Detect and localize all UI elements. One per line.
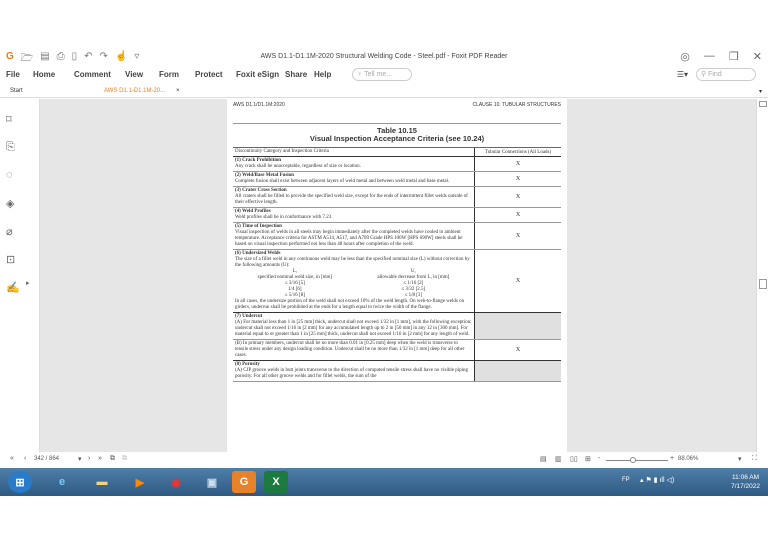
scroll-up-icon[interactable] — [759, 101, 767, 107]
table-row: (4) Weld Profiles Weld profiles shall be … — [233, 208, 561, 223]
menu-foxit-esign[interactable]: Foxit eSign — [236, 70, 279, 79]
zoom-in-icon[interactable]: + — [670, 455, 674, 462]
language-indicator[interactable]: FP — [622, 477, 630, 483]
tab-start[interactable]: Start — [10, 88, 23, 94]
first-page-icon[interactable]: « — [10, 455, 14, 462]
expand-panel-icon[interactable]: ▸ — [26, 279, 30, 287]
tray-icons[interactable]: ▴ ⚑ ▮ ıll ◁) — [640, 476, 674, 484]
table-row: (3) Crater Cross Section All craters shal… — [233, 187, 561, 208]
pdf-page: AWS D1.1/D1.1M:2020 CLAUSE 10. TUBULAR S… — [227, 99, 567, 452]
menu-bar: File Home Comment View Form Protect Foxi… — [0, 67, 768, 83]
media-player-icon[interactable]: ▶ — [128, 471, 152, 493]
menu-help[interactable]: Help — [314, 70, 331, 79]
tab-list-icon[interactable]: ▾ — [759, 88, 762, 95]
menu-share[interactable]: Share — [285, 70, 307, 79]
page-number-input[interactable]: 342 / 864 — [34, 456, 59, 462]
zoom-slider-handle[interactable] — [630, 457, 636, 463]
windows-taskbar: ⊞ e ▬ ▶ ◉ ▣ G X FP ▴ ⚑ ▮ ıll ◁) 11:06 AM… — [0, 468, 768, 496]
title-bar: G 🗁 ▤ ⎙ ▯ ↶ ↷ ☝ ▿ AWS D1.1-D1.1M-2020 St… — [0, 48, 768, 66]
pages-icon[interactable]: ⎘ — [6, 141, 15, 154]
menu-file[interactable]: File — [6, 70, 20, 79]
next-view-icon[interactable]: ⧉ — [122, 455, 127, 463]
next-page-icon[interactable]: › — [88, 455, 90, 462]
previous-view-icon[interactable]: ⧉ — [110, 455, 115, 463]
menu-form[interactable]: Form — [159, 70, 179, 79]
close-icon[interactable]: ✕ — [753, 50, 762, 63]
previous-page-icon[interactable]: ‹ — [24, 455, 26, 462]
attachments-icon[interactable]: ⌀ — [6, 225, 13, 238]
tab-bar: Start AWS D1.1-D1.1M-20... × ▾ — [0, 85, 768, 98]
page-dropdown-icon[interactable]: ▾ — [78, 455, 82, 463]
internet-explorer-icon[interactable]: e — [50, 471, 74, 493]
start-button-icon[interactable]: ⊞ — [8, 471, 32, 493]
security-icon[interactable]: ⊡ — [6, 253, 15, 266]
minimize-icon[interactable]: — — [704, 50, 715, 63]
zoom-level[interactable]: 88.06% — [678, 456, 698, 462]
file-explorer-icon[interactable]: ▬ — [90, 471, 114, 493]
tab-close-button[interactable]: × — [176, 88, 180, 94]
zoom-out-icon[interactable]: - — [598, 455, 600, 462]
account-icon[interactable]: ◎ — [680, 50, 690, 63]
signature-icon[interactable]: ✍ — [6, 281, 20, 294]
tab-document[interactable]: AWS D1.1-D1.1M-20... — [104, 88, 165, 94]
scroll-thumb[interactable] — [759, 279, 767, 289]
system-clock[interactable]: 11:06 AM 7/17/2022 — [731, 473, 760, 491]
fullscreen-icon[interactable]: ⛶ — [752, 455, 757, 463]
last-page-icon[interactable]: » — [98, 455, 102, 462]
vertical-scrollbar[interactable] — [756, 99, 768, 452]
excel-icon[interactable]: X — [264, 471, 288, 493]
facing-page-icon[interactable]: ▯▯ — [570, 455, 578, 463]
tell-me-input[interactable]: ♀ Tell me... — [352, 68, 412, 81]
bookmark-icon[interactable]: ⌑ — [6, 113, 12, 126]
menu-home[interactable]: Home — [33, 70, 55, 79]
network-app-icon[interactable]: ▣ — [200, 471, 224, 493]
table-row: (5) Time of Inspection Visual inspection … — [233, 223, 561, 250]
table-row: (1) Crack Prohibition Any crack shall be … — [233, 157, 561, 172]
table-row: (2) Weld/Base Metal Fusion Complete fusio… — [233, 172, 561, 187]
table-row: (B) In primary members, undercut shall b… — [233, 340, 561, 361]
status-bar: « ‹ 342 / 864 ▾ › » ⧉ ⧉ ▤ ▥ ▯▯ ⊞ - + 88.… — [0, 453, 768, 468]
column-header: Tubular Connections (All Loads) — [484, 149, 552, 155]
foxit-window: G 🗁 ▤ ⎙ ▯ ↶ ↷ ☝ ▿ AWS D1.1-D1.1M-2020 St… — [0, 48, 768, 496]
comments-icon[interactable]: ◌ — [6, 169, 13, 181]
document-area: ⌑ ⎘ ◌ ◈ ⌀ ⊡ ✍ ▸ AWS D1.1/D1.1M:2020 CLAU… — [0, 99, 768, 452]
foxit-taskbar-icon[interactable]: G — [232, 471, 256, 493]
page-header-right: CLAUSE 10. TUBULAR STRUCTURES — [472, 102, 561, 108]
menu-protect[interactable]: Protect — [195, 70, 223, 79]
find-options-icon[interactable]: ☰▾ — [677, 70, 688, 79]
layers-icon[interactable]: ◈ — [6, 197, 14, 210]
acceptance-table: Discontinuity Category and Inspection Cr… — [233, 147, 561, 382]
find-input[interactable]: ⚲ Find — [696, 68, 756, 81]
continuous-facing-icon[interactable]: ⊞ — [585, 455, 591, 463]
table-row: (7) Undercut (A) For material less than 1… — [233, 313, 561, 340]
menu-view[interactable]: View — [125, 70, 143, 79]
page-header-left: AWS D1.1/D1.1M:2020 — [233, 102, 285, 108]
menu-comment[interactable]: Comment — [74, 70, 111, 79]
chrome-icon[interactable]: ◉ — [164, 471, 188, 493]
column-header: Discontinuity Category and Inspection Cr… — [233, 148, 475, 156]
zoom-dropdown-icon[interactable]: ▾ — [738, 455, 742, 463]
zoom-slider[interactable] — [606, 460, 668, 461]
table-title: Table 10.15 Visual Inspection Acceptance … — [309, 126, 485, 143]
table-row: (8) Porosity (A) CJP groove welds in butt… — [233, 361, 561, 382]
restore-icon[interactable]: ❐ — [729, 50, 739, 63]
window-title: AWS D1.1-D1.1M-2020 Structural Welding C… — [260, 53, 508, 60]
single-page-icon[interactable]: ▤ — [540, 455, 547, 463]
navigation-panel: ⌑ ⎘ ◌ ◈ ⌀ ⊡ ✍ ▸ — [0, 99, 40, 452]
table-row: (6) Undersized Welds The size of a fillet… — [233, 250, 561, 313]
continuous-page-icon[interactable]: ▥ — [555, 455, 562, 463]
